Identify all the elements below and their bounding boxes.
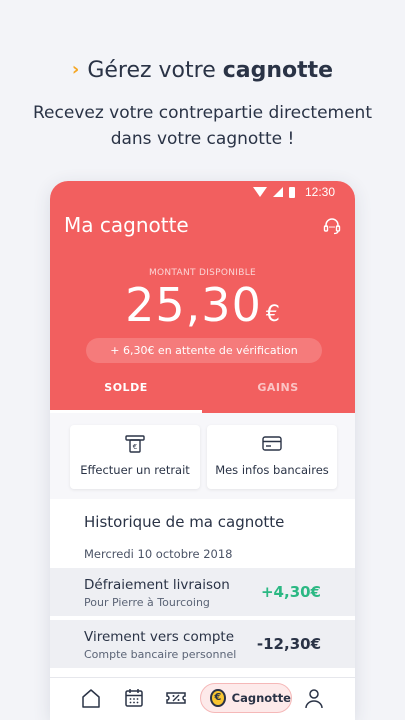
bank-info-button[interactable]: Mes infos bancaires	[207, 425, 337, 489]
nav-cagnotte[interactable]: € Cagnotte	[200, 683, 292, 713]
balance-value: 25,30	[125, 278, 262, 332]
bank-card-icon	[262, 436, 282, 451]
profile-icon[interactable]	[303, 687, 325, 709]
atm-withdraw-icon: €	[125, 435, 145, 453]
nav-cagnotte-label: Cagnotte	[231, 691, 291, 705]
bank-info-label: Mes infos bancaires	[215, 463, 329, 477]
withdraw-label: Effectuer un retrait	[80, 463, 190, 477]
svg-text:€: €	[133, 443, 137, 451]
transaction-subtitle: Pour Pierre à Tourcoing	[84, 596, 210, 609]
transaction-title: Virement vers compte	[84, 629, 235, 645]
tab-gains[interactable]: GAINS	[202, 381, 354, 394]
status-bar: 12:30	[252, 185, 335, 199]
withdraw-button[interactable]: € Effectuer un retrait	[70, 425, 200, 489]
ticket-icon[interactable]	[165, 687, 187, 709]
chevron-right-icon: ›	[71, 59, 80, 80]
calendar-icon[interactable]	[123, 687, 145, 709]
support-headset-icon[interactable]	[323, 217, 341, 235]
tab-solde[interactable]: SOLDE	[50, 381, 202, 394]
hero-title: › Gérez votre cagnotte	[0, 58, 405, 83]
hero-title-bold: cagnotte	[222, 58, 334, 83]
transaction-amount: +4,30€	[260, 583, 321, 601]
list-item[interactable]: Virement vers compte Compte bancaire per…	[50, 620, 355, 668]
pending-badge: + 6,30€ en attente de vérification	[86, 338, 322, 363]
phone-frame: 12:30 Ma cagnotte MONTANT DISPONIBLE 25,…	[50, 181, 355, 720]
hero-title-prefix: Gérez votre	[87, 58, 223, 83]
hero-subtitle: Recevez votre contrepartie directement d…	[33, 103, 372, 149]
transaction-amount: -12,30€	[256, 635, 321, 653]
balance-header: 12:30 Ma cagnotte MONTANT DISPONIBLE 25,…	[50, 181, 355, 413]
wifi-icon	[252, 187, 267, 197]
list-item[interactable]: Défraiement livraison Pour Pierre à Tour…	[50, 568, 355, 616]
signal-icon	[272, 187, 283, 197]
transaction-title: Défraiement livraison	[84, 577, 230, 593]
status-time: 12:30	[304, 185, 335, 199]
page-title: Ma cagnotte	[64, 213, 189, 237]
amount-label: MONTANT DISPONIBLE	[148, 268, 257, 278]
home-icon[interactable]	[80, 687, 102, 709]
bottom-nav: € Cagnotte	[50, 677, 355, 720]
currency-symbol: €	[265, 302, 280, 327]
battery-icon	[288, 186, 295, 198]
euro-coin-icon: €	[210, 689, 226, 707]
history-date: Mercredi 10 octobre 2018	[84, 547, 233, 561]
transaction-subtitle: Compte bancaire personnel	[84, 648, 237, 661]
content-area: € Effectuer un retrait Mes infos bancair…	[50, 413, 355, 720]
balance-amount: 25,30 €	[50, 278, 355, 332]
history-title: Historique de ma cagnotte	[84, 513, 285, 531]
